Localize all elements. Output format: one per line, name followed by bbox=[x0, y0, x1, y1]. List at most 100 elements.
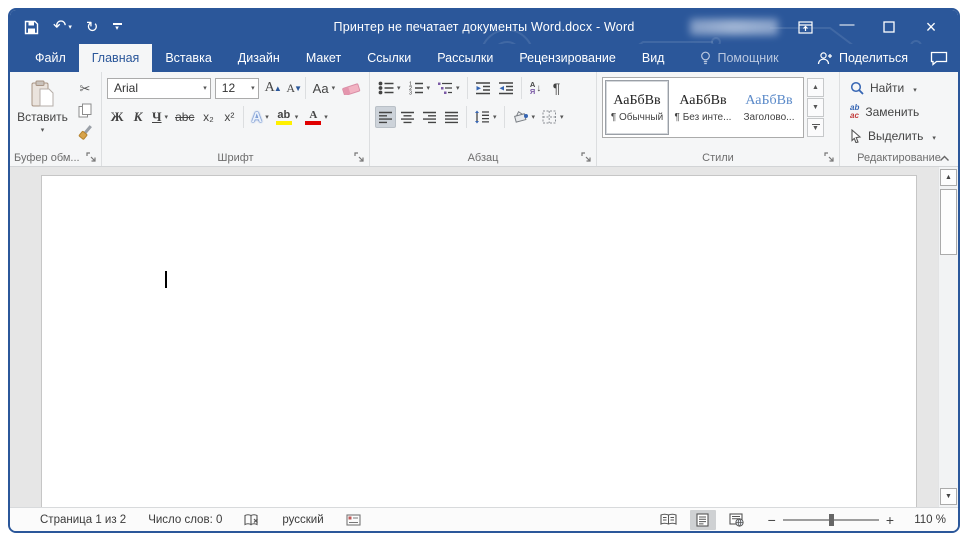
group-editing: Найти abac Заменить Выделить Редактирова… bbox=[840, 72, 958, 166]
tab-assistant[interactable]: Помощник bbox=[687, 44, 791, 72]
zoom-level[interactable]: 110 % bbox=[902, 514, 946, 526]
align-right-icon[interactable] bbox=[419, 106, 440, 128]
scroll-down-icon[interactable]: ▼ bbox=[940, 488, 957, 505]
align-left-icon[interactable] bbox=[375, 106, 396, 128]
undo-icon[interactable]: ↶ ▾ bbox=[53, 19, 72, 35]
borders-icon[interactable] bbox=[539, 106, 567, 128]
account-name-blurred bbox=[690, 19, 778, 35]
grow-font-button[interactable]: A ▲ bbox=[260, 77, 282, 99]
styles-gallery: АаБбВв ¶ Обычный АаБбВв ¶ Без инте... Аа… bbox=[602, 77, 804, 138]
align-center-icon[interactable] bbox=[397, 106, 418, 128]
tab-design[interactable]: Дизайн bbox=[225, 44, 293, 72]
ribbon-display-options-icon[interactable] bbox=[784, 10, 826, 44]
subscript-button[interactable]: x₂ bbox=[198, 106, 218, 128]
divider bbox=[243, 106, 245, 128]
page-indicator[interactable]: Страница 1 из 2 bbox=[40, 514, 126, 526]
zoom-in-button[interactable]: + bbox=[886, 513, 894, 527]
superscript-button[interactable]: x² bbox=[219, 106, 239, 128]
tab-mailings[interactable]: Рассылки bbox=[424, 44, 506, 72]
word-window: ↶ ▾ ↻ ▾ Принтер не печатает документы Wor… bbox=[8, 8, 960, 533]
underline-button[interactable]: Ч bbox=[149, 106, 171, 128]
format-painter-icon[interactable] bbox=[74, 123, 96, 142]
tab-file[interactable]: Файл bbox=[22, 44, 79, 72]
tab-review[interactable]: Рецензирование bbox=[506, 44, 629, 72]
tab-references[interactable]: Ссылки bbox=[354, 44, 424, 72]
close-icon[interactable]: × bbox=[910, 10, 952, 44]
tab-home[interactable]: Главная bbox=[78, 44, 153, 72]
minimize-icon[interactable]: — bbox=[826, 10, 868, 44]
font-color-button[interactable]: А bbox=[302, 106, 331, 128]
scrollbar-thumb[interactable] bbox=[940, 189, 957, 255]
shading-icon[interactable] bbox=[509, 106, 539, 128]
share-label: Поделиться bbox=[838, 51, 908, 65]
highlight-color-button[interactable]: ab bbox=[273, 106, 302, 128]
find-button[interactable]: Найти bbox=[850, 77, 953, 98]
highlight-yellow-bar bbox=[275, 120, 292, 125]
svg-text:3: 3 bbox=[409, 91, 412, 96]
select-button[interactable]: Выделить bbox=[850, 125, 953, 146]
bold-button[interactable]: Ж bbox=[107, 106, 127, 128]
customize-qat-icon[interactable]: ▾ bbox=[112, 23, 122, 32]
find-label: Найти bbox=[870, 80, 905, 95]
italic-button[interactable]: К bbox=[128, 106, 148, 128]
ribbon-tab-strip: Файл Главная Вставка Дизайн Макет Ссылки… bbox=[10, 44, 958, 72]
styles-scroll-up-icon[interactable]: ▲ bbox=[807, 78, 824, 97]
print-layout-icon[interactable] bbox=[689, 509, 716, 530]
style-no-spacing[interactable]: АаБбВв ¶ Без инте... bbox=[671, 80, 735, 135]
clear-formatting-icon[interactable] bbox=[339, 77, 364, 99]
clipboard-dialog-launcher-icon[interactable] bbox=[86, 152, 97, 163]
proofing-status-icon[interactable] bbox=[244, 513, 260, 527]
replace-button[interactable]: ab ac Заменить bbox=[850, 101, 953, 122]
web-layout-icon[interactable] bbox=[724, 510, 750, 530]
zoom-out-button[interactable]: − bbox=[768, 513, 776, 527]
read-mode-icon[interactable] bbox=[656, 510, 682, 530]
vertical-scrollbar[interactable]: ▲ ▼ bbox=[938, 167, 958, 507]
font-size-select[interactable]: 12 ▾ bbox=[214, 77, 259, 99]
style-normal[interactable]: АаБбВв ¶ Обычный bbox=[605, 80, 669, 135]
copy-icon[interactable] bbox=[74, 101, 96, 120]
tab-layout[interactable]: Макет bbox=[293, 44, 354, 72]
decrease-indent-icon[interactable] bbox=[472, 77, 494, 99]
font-name-select[interactable]: Arial ▾ bbox=[107, 77, 211, 99]
change-case-button[interactable]: Aa bbox=[310, 77, 338, 99]
find-caret bbox=[910, 81, 917, 95]
increase-indent-icon[interactable] bbox=[495, 77, 517, 99]
share-button[interactable]: Поделиться bbox=[817, 51, 908, 65]
show-paragraph-marks-button[interactable]: ¶ bbox=[547, 77, 567, 99]
bullets-icon[interactable] bbox=[375, 77, 404, 99]
text-effects-button[interactable]: А bbox=[248, 106, 271, 128]
styles-dialog-launcher-icon[interactable] bbox=[824, 152, 835, 163]
tab-view[interactable]: Вид bbox=[629, 44, 678, 72]
shrink-font-button[interactable]: A ▼ bbox=[281, 77, 302, 99]
document-page[interactable] bbox=[41, 175, 917, 507]
justify-icon[interactable] bbox=[441, 106, 462, 128]
redo-icon[interactable]: ↻ bbox=[86, 20, 99, 35]
share-person-icon bbox=[817, 52, 832, 65]
style-heading1[interactable]: АаБбВв Заголово... bbox=[737, 80, 801, 135]
sort-icon[interactable]: А Я ↓ bbox=[526, 77, 546, 99]
paste-button[interactable]: Вставить ▾ bbox=[15, 77, 70, 149]
keyboard-indicator-icon[interactable] bbox=[346, 513, 361, 526]
collapse-ribbon-icon[interactable] bbox=[939, 155, 950, 162]
multilevel-list-icon[interactable] bbox=[434, 77, 463, 99]
paragraph-dialog-launcher-icon[interactable] bbox=[581, 152, 592, 163]
styles-gallery-more-icon[interactable]: ▼ bbox=[807, 118, 824, 137]
strikethrough-button[interactable]: abc bbox=[172, 106, 197, 128]
text-cursor bbox=[165, 271, 167, 288]
font-size-value: 12 bbox=[221, 81, 236, 95]
zoom-controls: − + bbox=[768, 513, 894, 527]
numbering-icon[interactable]: 123 bbox=[405, 77, 434, 99]
save-icon[interactable] bbox=[24, 20, 39, 35]
zoom-slider[interactable] bbox=[782, 513, 879, 526]
scroll-up-icon[interactable]: ▲ bbox=[940, 169, 957, 186]
zoom-slider-thumb[interactable] bbox=[828, 513, 834, 526]
tab-insert[interactable]: Вставка bbox=[152, 44, 224, 72]
language-indicator[interactable]: русский bbox=[282, 514, 323, 526]
styles-scroll-down-icon[interactable]: ▼ bbox=[807, 98, 824, 117]
word-count[interactable]: Число слов: 0 bbox=[148, 514, 222, 526]
comment-icon[interactable] bbox=[930, 51, 948, 66]
maximize-icon[interactable] bbox=[868, 10, 910, 44]
font-dialog-launcher-icon[interactable] bbox=[354, 152, 365, 163]
line-spacing-icon[interactable] bbox=[471, 106, 500, 128]
cut-icon[interactable]: ✂ bbox=[74, 79, 96, 98]
